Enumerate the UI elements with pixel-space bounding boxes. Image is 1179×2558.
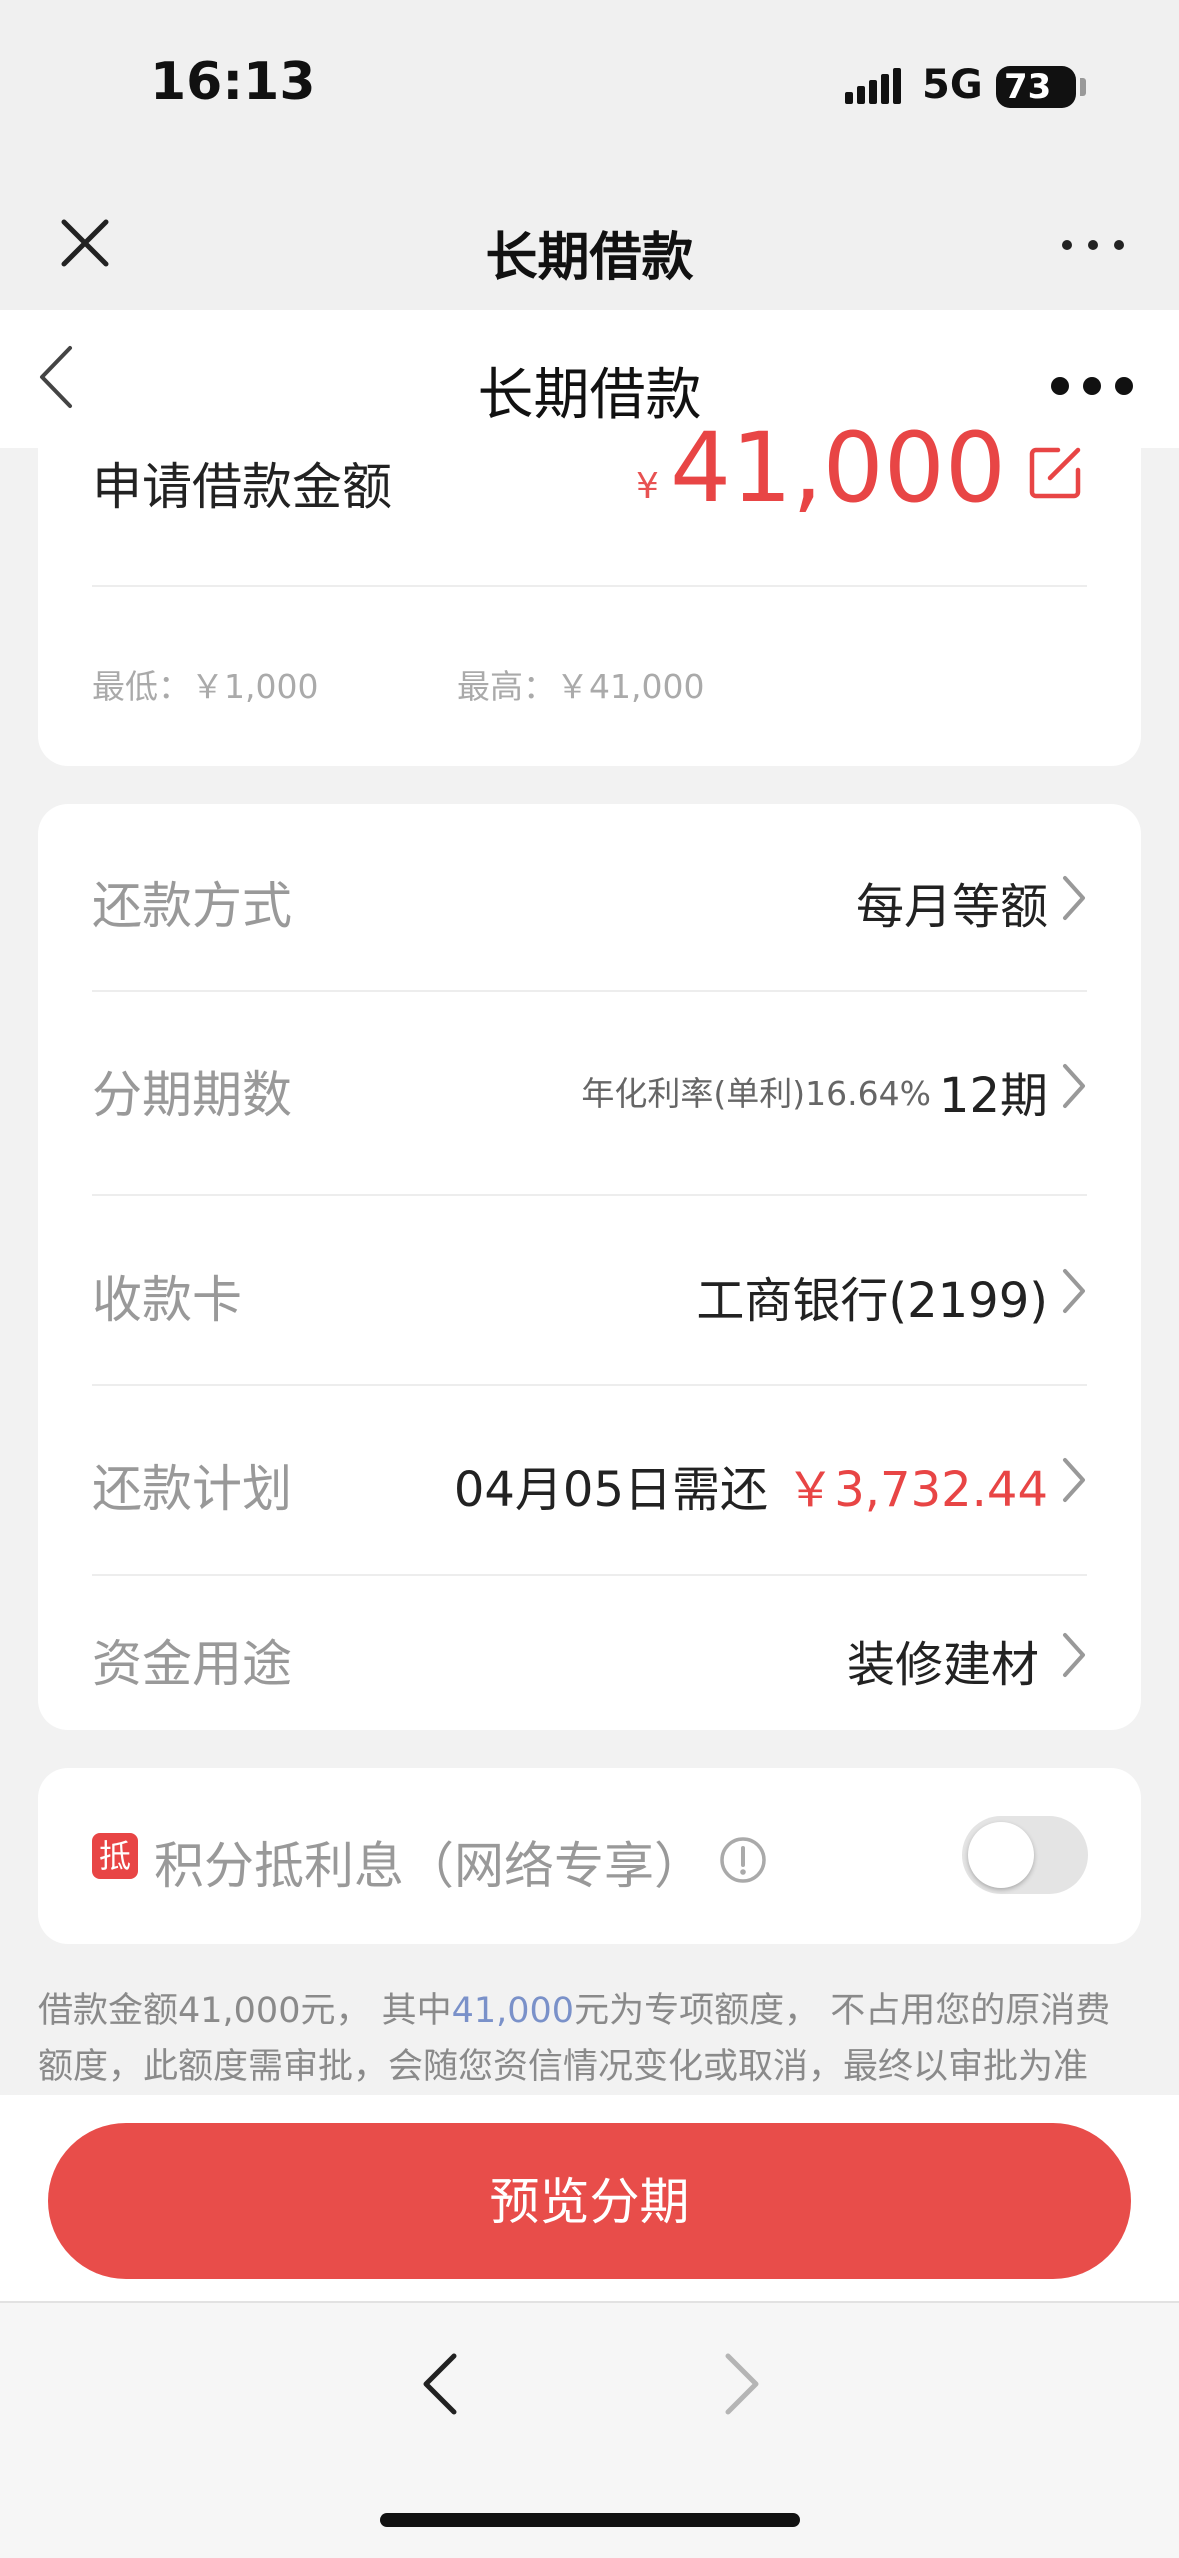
repay-method-value: 每月等额	[855, 879, 1048, 935]
outer-page-title: 长期借款	[485, 228, 694, 288]
quota-notice: 借款金额41,000元， 其中41,000元为专项额度， 不占用您的原消费额度，…	[38, 1991, 1111, 2087]
receiving-card-value: 工商银行(2199)	[696, 1273, 1048, 1329]
repayment-date: 04月05日需还	[453, 1462, 768, 1518]
divider	[92, 585, 1087, 587]
receiving-card-label: 收款卡	[92, 1271, 242, 1329]
max-amount: 最高：￥41,000	[457, 667, 705, 706]
repayment-amount: ￥3,732.44	[786, 1462, 1048, 1518]
amount-value[interactable]: 41,000	[670, 412, 1006, 524]
fund-purpose-label: 资金用途	[92, 1635, 292, 1693]
interest-rate-text: 年化利率(单利)16.64%	[581, 1074, 931, 1113]
fund-purpose-value: 装修建材	[846, 1637, 1039, 1693]
info-icon[interactable]	[718, 1835, 768, 1885]
chevron-right-icon	[1063, 1633, 1085, 1677]
points-toggle[interactable]	[962, 1816, 1088, 1894]
browser-forward-icon[interactable]	[722, 2352, 762, 2416]
installments-label: 分期期数	[92, 1066, 292, 1124]
chevron-right-icon	[1063, 1458, 1085, 1502]
repayment-plan-label: 还款计划	[92, 1460, 292, 1518]
signal-icon	[845, 68, 901, 104]
points-label: 积分抵利息（网络专享）	[154, 1837, 704, 1895]
more-icon[interactable]	[1050, 376, 1134, 396]
status-time: 16:13	[150, 52, 316, 112]
battery-level: 73	[1004, 67, 1052, 107]
browser-back-icon[interactable]	[420, 2352, 460, 2416]
chevron-right-icon	[1063, 876, 1085, 920]
amount-label: 申请借款金额	[92, 458, 392, 516]
min-amount: 最低：￥1,000	[92, 667, 319, 706]
chevron-right-icon	[1063, 1269, 1085, 1313]
home-indicator	[380, 2513, 800, 2527]
chevron-right-icon	[1063, 1064, 1085, 1108]
points-badge: 抵	[92, 1833, 138, 1879]
preview-installment-button[interactable]: 预览分期	[48, 2123, 1131, 2279]
more-icon[interactable]	[1062, 240, 1124, 250]
network-type: 5G	[922, 62, 983, 108]
currency-symbol: ¥	[636, 466, 659, 507]
edit-icon[interactable]	[1028, 444, 1084, 500]
repay-method-label: 还款方式	[92, 877, 292, 935]
notice-highlight: 41,000	[451, 1991, 575, 2031]
battery-icon: 73	[996, 66, 1086, 108]
installments-value: 12期	[938, 1068, 1048, 1124]
